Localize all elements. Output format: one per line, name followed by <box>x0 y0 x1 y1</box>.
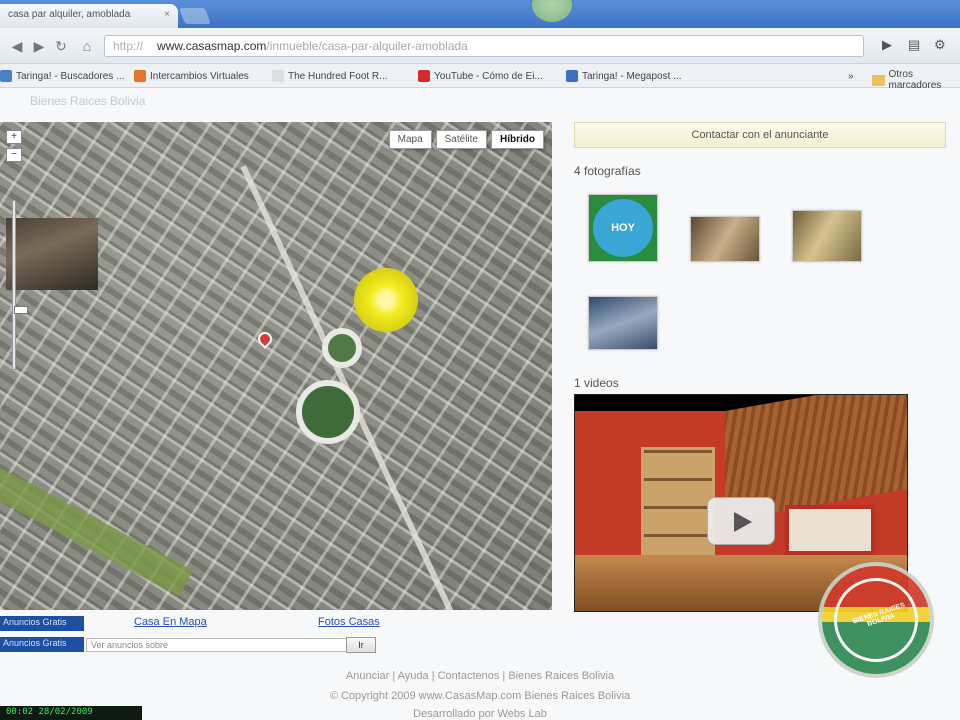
url-host: www.casasmap.com <box>157 39 267 53</box>
home-icon[interactable]: ⌂ <box>78 37 96 55</box>
browser-toolbar: ◀ ▶ ↻ ⌂ http:// www.casasmap.com/inmueble… <box>0 28 960 64</box>
tab-title: casa par alquiler, amoblada <box>8 9 131 20</box>
go-icon[interactable]: ▶ <box>882 37 892 53</box>
bookmark-favicon-icon <box>134 70 146 82</box>
photo-badge: HOY <box>593 199 653 257</box>
bookmark-favicon-icon <box>0 70 12 82</box>
bookmark-item[interactable]: Intercambios Virtuales <box>134 68 249 84</box>
footer-copyright: © Copyright 2009 www.CasasMap.com Bienes… <box>329 690 631 702</box>
back-icon[interactable]: ◀ <box>8 37 26 55</box>
footer-links[interactable]: Anunciar | Ayuda | Contactenos | Bienes … <box>0 670 960 682</box>
photos-section-title: 4 fotografías <box>574 164 641 178</box>
bookmark-label: YouTube - Cómo de Ei... <box>434 70 543 82</box>
location-pin-icon[interactable] <box>255 329 275 349</box>
timestamp-overlay: 00:02 28/02/2009 <box>0 706 142 720</box>
street-view-pegman-icon[interactable] <box>354 268 418 332</box>
map-green-strip <box>0 457 193 597</box>
bookmark-label: Intercambios Virtuales <box>150 70 249 82</box>
play-icon[interactable] <box>707 497 775 545</box>
map-type-control: Mapa Satélite Híbrido <box>388 130 544 149</box>
photo-thumbnail-2[interactable] <box>690 216 760 262</box>
bookmark-item[interactable]: The Hundred Foot R... <box>272 68 388 84</box>
free-ads-tag-2[interactable]: Anuncios Gratis <box>0 637 84 652</box>
ads-search-input[interactable]: Ver anuncios sobre <box>86 638 376 652</box>
site-breadcrumb[interactable]: Bienes Raices Bolivia <box>30 94 145 108</box>
map-plaza-small <box>322 328 362 368</box>
contact-advertiser-button[interactable]: Contactar con el anunciante <box>574 122 946 148</box>
page-content: Bienes Raices Bolivia + − Mapa Satélite … <box>0 88 960 720</box>
map-road <box>240 165 466 610</box>
bookmark-favicon-icon <box>418 70 430 82</box>
bookmark-item[interactable]: Taringa! - Megapost ... <box>566 68 682 84</box>
map-plaza <box>296 380 360 444</box>
browser-tabbar: casa par alquiler, amoblada × <box>0 0 960 28</box>
map-type-hybrid[interactable]: Híbrido <box>491 130 544 149</box>
page-menu-icon[interactable]: ▤ <box>908 37 920 53</box>
address-bar[interactable]: http:// www.casasmap.com/inmueble/casa-pa… <box>104 35 864 57</box>
bookmarks-more-icon[interactable]: » <box>848 68 854 84</box>
reload-icon[interactable]: ↻ <box>52 37 70 55</box>
photo-thumbnail-1[interactable]: HOY <box>588 194 658 262</box>
url-path: /inmueble/casa-par-alquiler-amoblada <box>266 39 468 53</box>
footer-developed-by: Desarrollado por Webs Lab <box>413 708 547 720</box>
url-scheme: http:// <box>113 39 144 53</box>
tools-menu-icon[interactable]: ⚙ <box>934 37 946 53</box>
browser-tab-active[interactable]: casa par alquiler, amoblada × <box>0 4 178 28</box>
photo-thumbnail-3[interactable] <box>792 210 862 262</box>
map-type-map[interactable]: Mapa <box>388 130 432 149</box>
free-ads-tag-1[interactable]: Anuncios Gratis <box>0 616 84 631</box>
house-photos-link[interactable]: Fotos Casas <box>318 616 380 628</box>
ads-search-button[interactable]: Ir <box>346 637 376 653</box>
bookmark-label: Taringa! - Buscadores ... <box>16 70 125 82</box>
videos-section-title: 1 videos <box>574 376 619 390</box>
bookmark-favicon-icon <box>566 70 578 82</box>
bookmarks-bar: Taringa! - Buscadores ... Intercambios Vi… <box>0 64 960 91</box>
photo-thumbnail-4[interactable] <box>588 296 658 350</box>
new-tab-button[interactable] <box>179 8 211 24</box>
folder-icon <box>872 74 885 86</box>
overlay-ball-icon <box>532 0 572 22</box>
house-map-link[interactable]: Casa En Mapa <box>134 616 207 628</box>
zoom-out-button[interactable]: − <box>6 148 22 162</box>
bookmark-favicon-icon <box>272 70 284 82</box>
satellite-map[interactable]: + − Mapa Satélite Híbrido <box>0 122 552 610</box>
forward-icon[interactable]: ▶ <box>30 37 48 55</box>
bookmark-item[interactable]: Taringa! - Buscadores ... <box>0 68 124 84</box>
zoom-in-button[interactable]: + <box>6 130 22 144</box>
bookmark-item[interactable]: YouTube - Cómo de Ei... <box>418 68 543 84</box>
video-frame-window <box>785 505 875 555</box>
zoom-slider-handle[interactable] <box>14 306 28 314</box>
watermark-seal-logo: BIENES RAICES BOLIVIA <box>818 562 934 678</box>
bookmark-label: The Hundred Foot R... <box>288 70 388 82</box>
zoom-slider-track[interactable] <box>12 200 28 370</box>
bookmark-label: Taringa! - Megapost ... <box>582 70 682 82</box>
map-zoom-control[interactable]: + − <box>6 130 28 390</box>
tab-close-icon[interactable]: × <box>164 9 170 20</box>
map-type-satellite[interactable]: Satélite <box>435 130 487 149</box>
